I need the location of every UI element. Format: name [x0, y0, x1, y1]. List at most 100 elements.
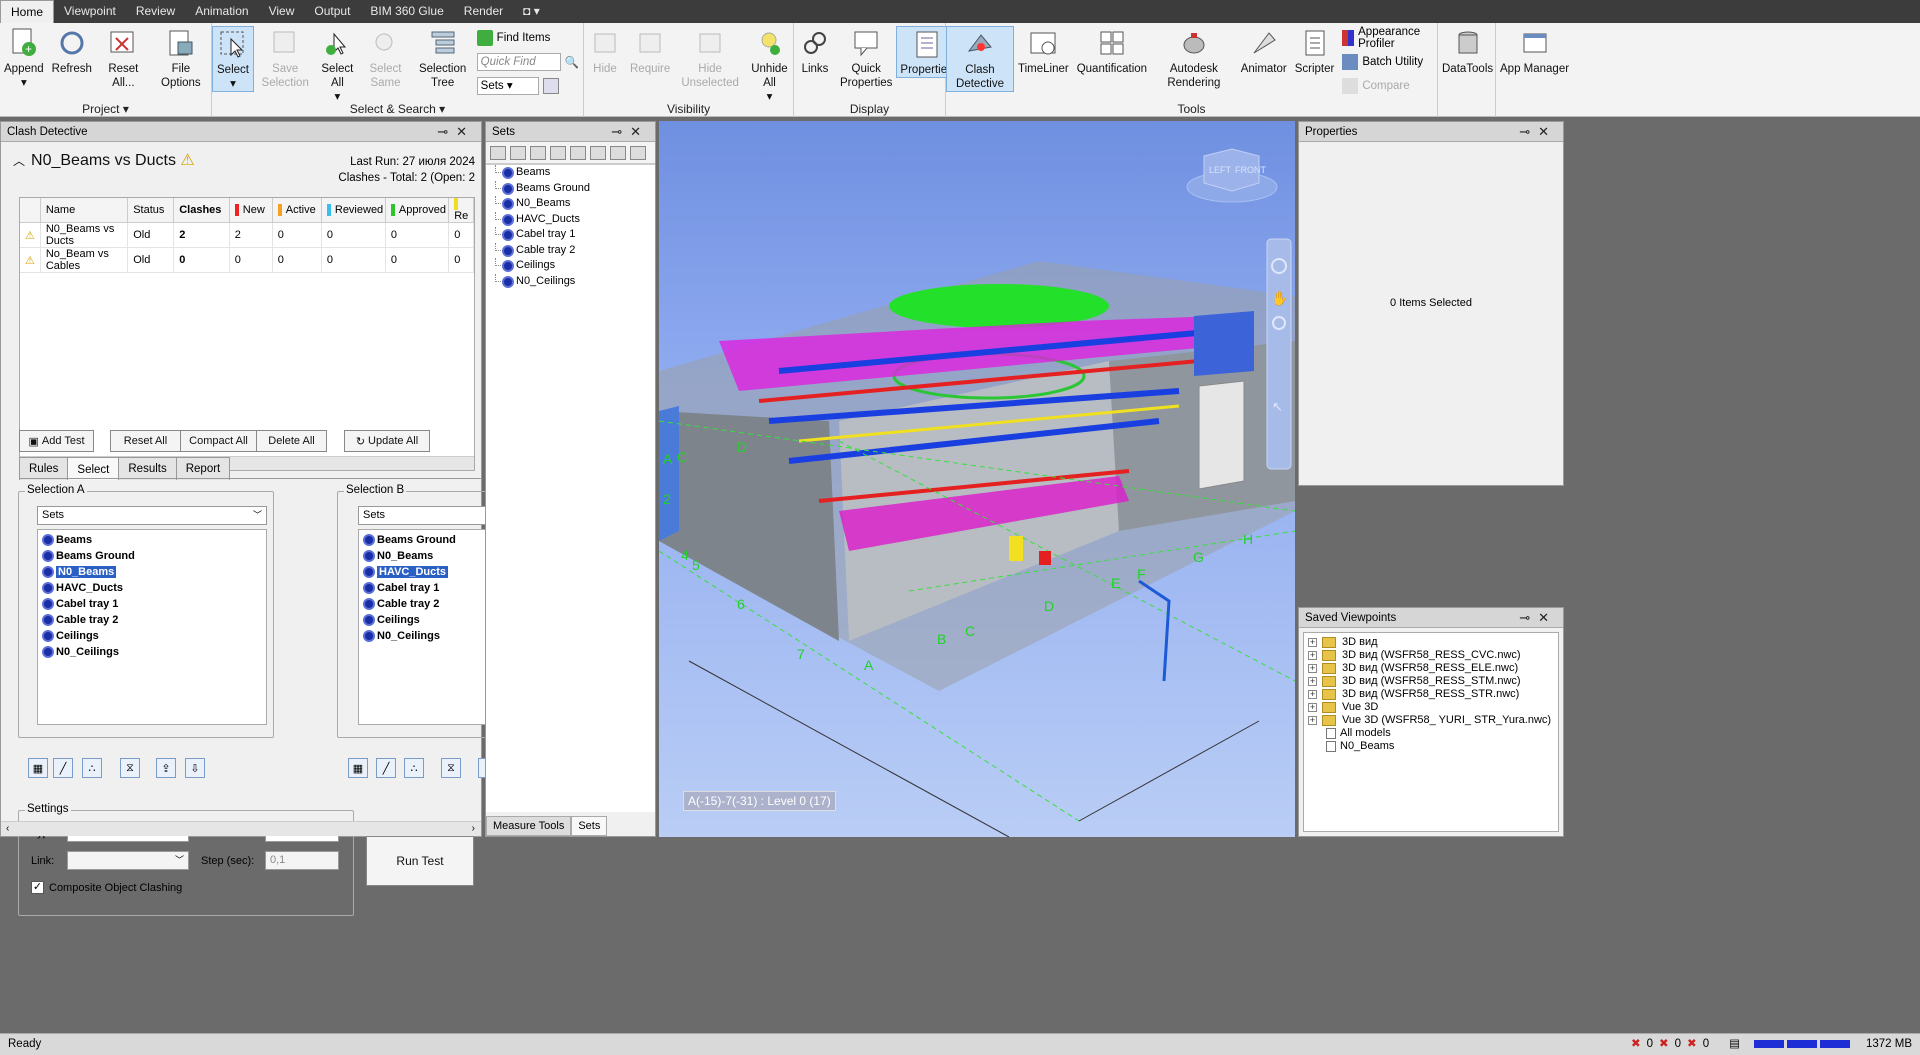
col-reviewed[interactable]: Reviewed — [321, 198, 386, 224]
col-resolved[interactable]: Re — [448, 198, 474, 224]
datatools-button[interactable]: DataTools — [1438, 26, 1497, 76]
sort-icon[interactable] — [610, 145, 626, 160]
unhide-all-button[interactable]: Unhide All ▾ — [746, 26, 793, 104]
navigation-bar[interactable]: ✋ ↖ — [1266, 238, 1292, 470]
tab-report[interactable]: Report — [175, 457, 231, 480]
expand-icon[interactable]: + — [1308, 716, 1317, 725]
col-status[interactable]: Status — [127, 198, 175, 224]
list-item[interactable]: Ceilings — [359, 612, 498, 628]
menu-viewpoint[interactable]: Viewpoint — [54, 0, 126, 23]
manage-sets-icon[interactable] — [542, 78, 559, 94]
list-item[interactable]: Beams Ground — [359, 532, 498, 548]
file-options-button[interactable]: File Options — [151, 26, 211, 90]
list-item[interactable]: Beams Ground — [38, 548, 266, 564]
reset-all-tests-button[interactable]: Reset All — [110, 430, 181, 452]
update-all-button[interactable]: ↻ Update All — [344, 430, 430, 452]
import-export-icon[interactable] — [630, 145, 646, 160]
delete-all-button[interactable]: Delete All — [256, 430, 327, 452]
compare-button[interactable]: Compare — [1342, 76, 1433, 96]
list-item[interactable]: Cable tray 2 — [359, 596, 498, 612]
list-item[interactable]: Cabel tray 1 — [38, 596, 266, 612]
panel-controls[interactable]: ⊸✕ — [611, 122, 649, 142]
require-button[interactable]: Require — [626, 26, 674, 76]
save-selection-icon[interactable] — [490, 145, 506, 160]
list-item[interactable]: N0_Beams — [38, 564, 266, 580]
expand-icon[interactable]: + — [1308, 690, 1317, 699]
save-search-icon[interactable] — [510, 145, 526, 160]
lines-toggle[interactable]: ╱ — [53, 758, 73, 778]
menu-render[interactable]: Render — [454, 0, 513, 23]
select-search-title[interactable]: Select & Search ▾ — [212, 102, 583, 116]
points-toggle[interactable]: ∴ — [82, 758, 102, 778]
col-name[interactable]: Name — [40, 198, 129, 224]
hide-button[interactable]: Hide — [584, 26, 626, 76]
binoculars-icon[interactable]: 🔍 — [565, 55, 579, 69]
sheet-browser-icon[interactable]: ▤ — [1729, 1034, 1740, 1054]
list-item[interactable]: N0_Ceilings — [359, 628, 498, 644]
viewpoint-folder[interactable]: + Vue 3D — [1304, 701, 1558, 714]
list-item[interactable]: HAVC_Ducts — [359, 564, 498, 580]
links-button[interactable]: Links — [794, 26, 836, 76]
list-item[interactable]: Cabel tray 1 — [486, 227, 655, 243]
viewpoint-folder[interactable]: +3D вид (WSFR58_RESS_CVC.nwc) — [1304, 649, 1558, 662]
list-item[interactable]: Cabel tray 1 — [359, 580, 498, 596]
menu-animation[interactable]: Animation — [185, 0, 258, 23]
col-clashes[interactable]: Clashes — [173, 198, 230, 224]
sets-dropdown[interactable]: Sets ▾ — [476, 77, 539, 95]
batch-utility-button[interactable]: Batch Utility — [1342, 52, 1433, 72]
surfaces-toggle[interactable]: ▦ — [28, 758, 48, 778]
error-icon[interactable]: ✖ — [1659, 1034, 1669, 1054]
self-intersect-toggle-b[interactable]: ⧖ — [441, 758, 461, 778]
step-input[interactable]: 0,1 — [265, 851, 339, 870]
bottom-scrollbar[interactable]: ‹ › — [1, 821, 481, 836]
table-row[interactable]: ⚠ No_Beam vs Cables Old 0 0 0 0 0 0 — [20, 247, 474, 274]
expand-icon[interactable]: + — [1308, 651, 1317, 660]
quantification-button[interactable]: Quantification — [1073, 26, 1151, 76]
list-item[interactable]: N0_Beams — [486, 196, 655, 212]
error-icon[interactable]: ✖ — [1631, 1034, 1641, 1054]
list-item[interactable]: N0_Beams — [359, 548, 498, 564]
panel-controls[interactable]: ⊸✕ — [1519, 122, 1557, 142]
add-test-button[interactable]: ▣ Add Test — [19, 430, 94, 452]
menu-output[interactable]: Output — [304, 0, 360, 23]
list-item[interactable]: Ceilings — [486, 258, 655, 274]
link-dropdown[interactable]: ﹀ — [67, 851, 189, 870]
tab-rules[interactable]: Rules — [19, 457, 69, 480]
append-button[interactable]: + Append ▾ — [0, 26, 48, 90]
delete-icon[interactable] — [590, 145, 606, 160]
timeliner-button[interactable]: TimeLiner — [1014, 26, 1073, 76]
tab-results[interactable]: Results — [118, 457, 177, 480]
expand-icon[interactable]: + — [1308, 703, 1317, 712]
list-item[interactable]: Beams — [486, 165, 655, 181]
autodesk-rendering-button[interactable]: Autodesk Rendering — [1151, 26, 1237, 90]
quick-properties-button[interactable]: Quick Properties — [836, 26, 896, 90]
tab-sets[interactable]: Sets — [571, 816, 608, 836]
select-in-scene-button[interactable]: ⇩ — [185, 758, 205, 778]
selection-a-dropdown[interactable]: Sets ﹀ — [37, 506, 267, 525]
expand-icon[interactable]: + — [1308, 638, 1317, 647]
tab-select[interactable]: Select — [67, 457, 120, 480]
toggle-icon[interactable]: ◘ ▾ — [513, 0, 550, 23]
app-manager-button[interactable]: App Manager — [1496, 26, 1573, 76]
viewpoint-folder[interactable]: +3D вид — [1304, 636, 1558, 649]
panel-controls[interactable]: ⊸✕ — [1519, 608, 1557, 628]
compact-all-button[interactable]: Compact All — [180, 430, 257, 452]
clash-detective-button[interactable]: Clash Detective — [946, 26, 1015, 92]
composite-checkbox[interactable]: ✓ — [31, 881, 44, 894]
tab-measure-tools[interactable]: Measure Tools — [486, 816, 572, 836]
panel-controls[interactable]: ⊸✕ — [437, 122, 475, 142]
col-active[interactable]: Active — [272, 198, 322, 224]
refresh-button[interactable]: Refresh — [48, 26, 96, 76]
menu-review[interactable]: Review — [126, 0, 185, 23]
scripter-button[interactable]: Scripter — [1291, 26, 1339, 76]
lines-toggle-b[interactable]: ╱ — [376, 758, 396, 778]
save-selection-button[interactable]: Save Selection — [254, 26, 316, 90]
select-all-button[interactable]: Select All ▾ — [316, 26, 358, 104]
hide-unselected-button[interactable]: Hide Unselected — [674, 26, 746, 90]
reset-all-button[interactable]: Reset All... — [96, 26, 151, 90]
new-folder-icon[interactable] — [530, 145, 546, 160]
collapse-icon[interactable]: ︿ — [13, 154, 25, 168]
use-current-selection-button[interactable]: ⇪ — [156, 758, 176, 778]
animator-button[interactable]: Animator — [1237, 26, 1291, 76]
error-icon[interactable]: ✖ — [1687, 1034, 1697, 1054]
